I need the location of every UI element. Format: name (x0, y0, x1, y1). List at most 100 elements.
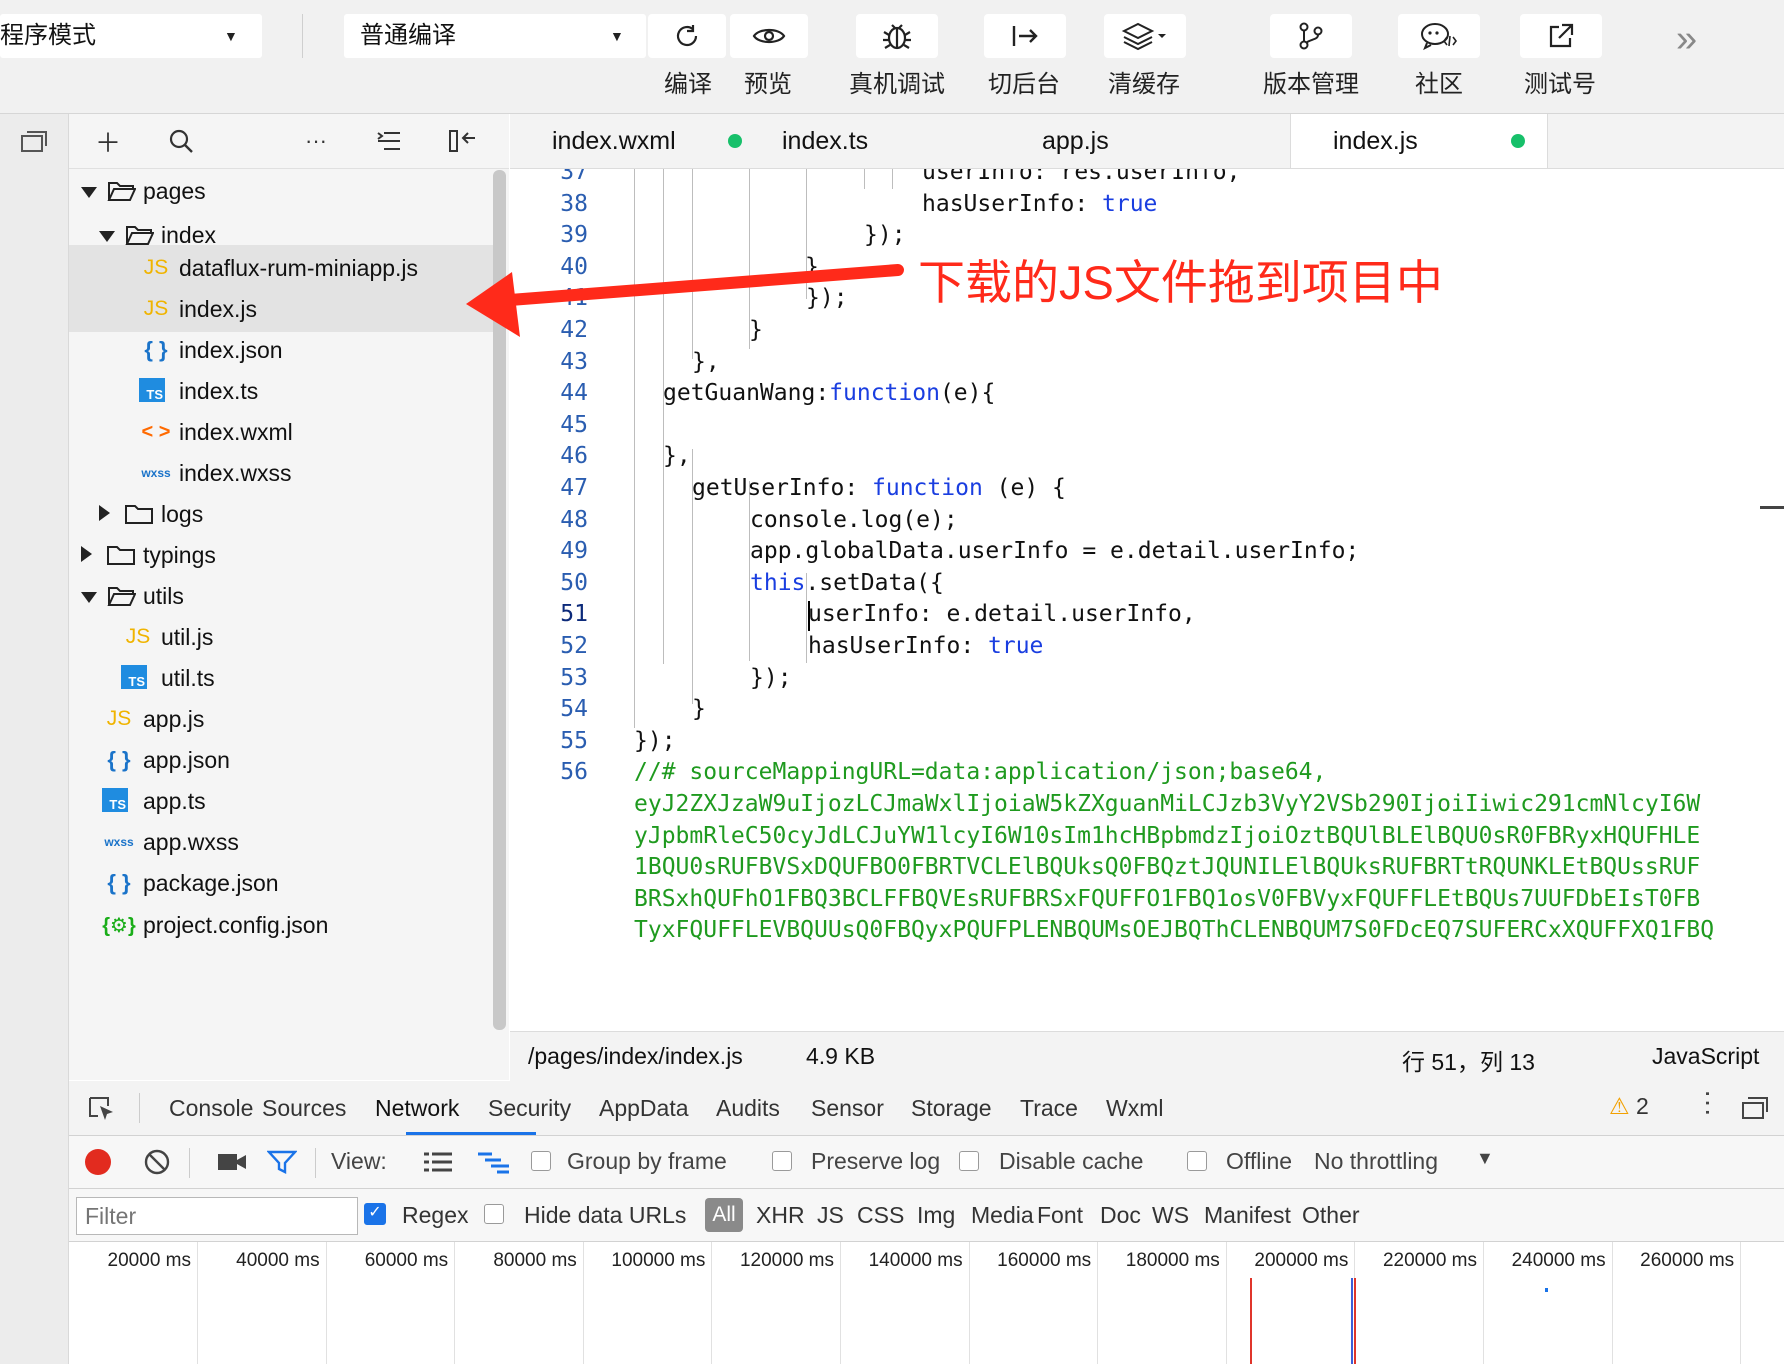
file-item[interactable]: JS app.js (69, 696, 493, 742)
tab-label: index.ts (782, 127, 869, 155)
tree-item-label: project.config.json (143, 912, 329, 938)
regex-label: Regex (402, 1202, 469, 1228)
filter-type-other[interactable]: Other (1302, 1202, 1360, 1229)
explorer-scrollbar[interactable] (493, 170, 506, 1030)
filter-funnel-icon[interactable] (267, 1149, 297, 1175)
file-item[interactable]: JS util.js (69, 614, 493, 660)
devtools-tab-audits[interactable]: Audits (716, 1081, 780, 1135)
filter-input[interactable] (76, 1197, 358, 1235)
devtools-tab-console[interactable]: Console (169, 1081, 253, 1135)
filter-type-manifest[interactable]: Manifest (1204, 1202, 1291, 1229)
tab-app-js[interactable]: app.js (1000, 114, 1260, 168)
kebab-menu-icon[interactable]: ··· (1691, 1089, 1727, 1117)
group-by-frame-checkbox[interactable] (531, 1151, 551, 1171)
devtools-tab-sources[interactable]: Sources (262, 1081, 346, 1135)
more-icon[interactable]: ··· (299, 124, 333, 158)
chevron-down-icon[interactable]: ▼ (1476, 1148, 1494, 1169)
file-item[interactable]: { } index.json (69, 327, 493, 373)
clear-cache-button[interactable] (1104, 14, 1186, 58)
file-item[interactable]: < > index.wxml (69, 409, 493, 455)
file-item[interactable]: JS index.js (69, 286, 493, 332)
file-item[interactable]: TS app.ts (69, 778, 493, 824)
tab-index-ts[interactable]: index.ts (740, 114, 1000, 168)
filter-type-media[interactable]: Media (971, 1202, 1034, 1229)
devtools-tab-security[interactable]: Security (488, 1081, 571, 1135)
compile-dropdown[interactable]: 普通编译 ▼ (344, 14, 646, 58)
code-line: } (692, 696, 706, 723)
filter-type-font[interactable]: Font (1037, 1202, 1083, 1229)
line-number: 54 (560, 696, 588, 723)
chevron-right-icon[interactable] (81, 546, 92, 562)
mode-dropdown[interactable]: 程序模式 ▼ (0, 14, 262, 58)
file-item[interactable]: wxss app.wxss (69, 819, 493, 865)
switch-background-icon (1012, 26, 1038, 46)
folder-item[interactable]: utils (69, 573, 493, 619)
chevron-right-icon[interactable] (99, 505, 110, 521)
record-button[interactable] (85, 1149, 111, 1175)
filter-type-xhr[interactable]: XHR (756, 1202, 805, 1229)
list-view-icon[interactable] (423, 1151, 453, 1173)
inspect-element-icon[interactable] (87, 1095, 117, 1123)
preserve-log-checkbox[interactable] (772, 1151, 792, 1171)
community-button[interactable] (1398, 14, 1480, 58)
switch-background-button[interactable] (984, 14, 1066, 58)
folder-item[interactable]: pages (69, 168, 493, 214)
timeline-tick-label: 240000 ms (1511, 1250, 1606, 1271)
devtools-tab-sensor[interactable]: Sensor (811, 1081, 884, 1135)
chevron-down-icon[interactable] (99, 231, 115, 242)
file-item[interactable]: TS util.ts (69, 655, 493, 701)
regex-checkbox[interactable]: ✓ (364, 1203, 386, 1225)
toolbar-divider (139, 1093, 140, 1123)
file-item[interactable]: TS index.ts (69, 368, 493, 414)
network-timeline[interactable]: 20000 ms 40000 ms 60000 ms 80000 ms 100000 m… (69, 1242, 1784, 1364)
file-item[interactable]: { } package.json (69, 860, 493, 906)
add-icon[interactable]: ＋ (91, 124, 125, 158)
cursor-position[interactable]: 行 51，列 13 (1402, 1043, 1535, 1077)
ts-file-icon: TS (139, 378, 165, 402)
compile-button[interactable] (648, 14, 726, 58)
devtools-tab-storage[interactable]: Storage (911, 1081, 992, 1135)
collapse-icon[interactable] (372, 124, 406, 158)
filter-type-js[interactable]: JS (817, 1202, 844, 1229)
switch-background-label: 切后台 (988, 71, 1060, 98)
device-debug-button[interactable] (856, 14, 938, 58)
file-item[interactable]: wxss index.wxss (69, 450, 493, 496)
devtools-tab-wxml[interactable]: Wxml (1106, 1081, 1163, 1135)
window-restore-icon[interactable] (20, 130, 48, 154)
version-manage-button[interactable] (1270, 14, 1352, 58)
filter-type-img[interactable]: Img (917, 1202, 955, 1229)
search-icon[interactable] (164, 124, 198, 158)
tab-index-js[interactable]: index.js (1290, 114, 1548, 168)
file-item[interactable]: JS dataflux-rum-miniapp.js (69, 245, 493, 291)
filter-type-doc[interactable]: Doc (1100, 1202, 1141, 1229)
line-number: 40 (560, 253, 588, 280)
preview-button[interactable] (730, 14, 808, 58)
language-mode[interactable]: JavaScript (1652, 1043, 1759, 1070)
filter-type-all[interactable]: All (705, 1198, 743, 1232)
file-item[interactable]: { } app.json (69, 737, 493, 783)
filter-type-ws[interactable]: WS (1152, 1202, 1189, 1229)
request-bar[interactable] (1545, 1288, 1548, 1292)
folder-item[interactable]: logs (69, 491, 493, 537)
devtools-tab-appdata[interactable]: AppData (599, 1081, 689, 1135)
chevron-down-icon[interactable] (81, 187, 97, 198)
folder-item[interactable]: typings (69, 532, 493, 578)
waterfall-view-icon[interactable] (477, 1151, 511, 1175)
devtools-tab-trace[interactable]: Trace (1020, 1081, 1078, 1135)
video-camera-icon[interactable] (217, 1151, 247, 1173)
offline-checkbox[interactable] (1187, 1151, 1207, 1171)
filter-type-css[interactable]: CSS (857, 1202, 904, 1229)
hide-data-urls-checkbox[interactable] (484, 1204, 504, 1224)
chevron-down-icon[interactable] (81, 592, 97, 603)
test-account-button[interactable] (1520, 14, 1602, 58)
clear-icon[interactable] (143, 1148, 171, 1176)
warning-badge[interactable]: ⚠ 2 (1609, 1093, 1649, 1120)
throttling-select[interactable]: No throttling (1314, 1148, 1438, 1175)
split-icon[interactable] (446, 124, 480, 158)
file-item[interactable]: {⚙} project.config.json (69, 902, 493, 948)
devtools-tab-network[interactable]: Network (375, 1081, 459, 1135)
double-chevron-right-icon[interactable]: » (1676, 18, 1697, 61)
dock-side-icon[interactable] (1741, 1095, 1769, 1121)
disable-cache-checkbox[interactable] (959, 1151, 979, 1171)
tab-index-wxml[interactable]: index.wxml (510, 114, 742, 168)
